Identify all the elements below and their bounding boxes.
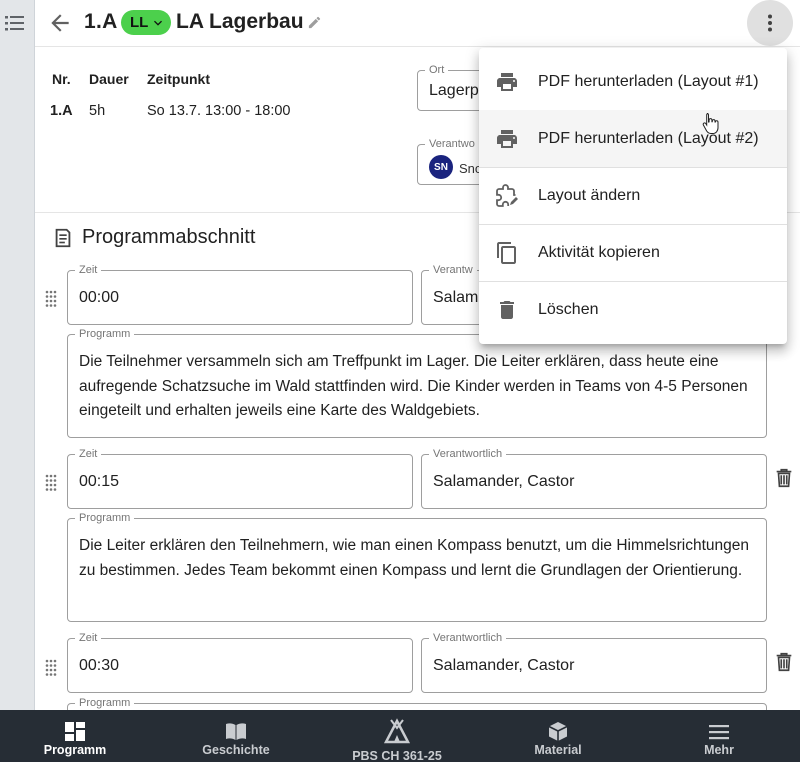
value-time: So 13.7. 13:00 - 18:00 xyxy=(147,103,291,119)
back-arrow-icon[interactable] xyxy=(47,10,73,36)
printer-icon xyxy=(495,127,519,151)
dashboard-icon xyxy=(63,721,87,743)
time-field[interactable]: Zeit 00:00 xyxy=(67,263,413,325)
activity-number: 1.A xyxy=(84,10,118,33)
program-textarea[interactable]: Programm Die Teilnehmer versammeln sich … xyxy=(67,327,767,438)
menu-item-delete[interactable]: Löschen xyxy=(479,281,787,338)
responsible-label: Verantwo xyxy=(425,137,479,151)
more-menu-button[interactable] xyxy=(747,0,793,46)
nav-label: PBS CH 361-25 xyxy=(352,749,442,763)
time-value: 00:00 xyxy=(79,288,120,306)
menu-item-label: Layout ändern xyxy=(538,187,641,204)
chevron-down-icon xyxy=(150,15,166,31)
menu-item-label: PDF herunterladen (Layout #2) xyxy=(538,129,759,147)
drag-handle-icon[interactable] xyxy=(44,289,58,307)
copy-icon xyxy=(495,241,519,265)
header-duration: Dauer xyxy=(89,71,129,87)
book-icon xyxy=(224,721,248,743)
program-text: Die Leiter erklären den Teilnehmern, wie… xyxy=(79,537,749,579)
program-label: Programm xyxy=(75,327,135,341)
avatar: SN xyxy=(429,155,453,179)
menu-item-pdf-layout-1[interactable]: PDF herunterladen (Layout #1) xyxy=(479,53,787,110)
category-chip[interactable]: LL xyxy=(121,10,172,35)
section-title: Programmabschnitt xyxy=(82,226,256,248)
value-nr: 1.A xyxy=(50,103,73,119)
responsible-value: Salamander, Castor xyxy=(433,472,575,490)
menu-item-label: Löschen xyxy=(538,301,599,318)
receipt-text-icon xyxy=(52,227,74,249)
pencil-icon[interactable] xyxy=(307,15,322,30)
category-label: LL xyxy=(130,14,149,31)
time-field[interactable]: Zeit 00:30 xyxy=(67,631,413,693)
menu-item-label: PDF herunterladen (Layout #1) xyxy=(538,72,759,90)
responsible-field[interactable]: Verantwortlich Salamander, Castor xyxy=(421,631,767,693)
time-value: 00:30 xyxy=(79,656,120,674)
menu-item-label: Aktivität kopieren xyxy=(538,244,660,261)
menu-item-change-layout[interactable]: Layout ändern xyxy=(479,167,787,224)
menu-icon xyxy=(707,721,731,743)
nav-item-mehr[interactable]: Mehr xyxy=(649,710,789,762)
nav-item-programm[interactable]: Programm xyxy=(5,710,145,762)
puzzle-edit-icon xyxy=(495,184,519,208)
program-label: Programm xyxy=(75,696,135,710)
program-textarea[interactable]: Programm xyxy=(67,696,767,710)
header-time: Zeitpunkt xyxy=(147,71,210,87)
nav-item-geschichte[interactable]: Geschichte xyxy=(166,710,306,762)
header-nr: Nr. xyxy=(52,71,71,87)
format-list-icon[interactable] xyxy=(2,10,28,38)
program-text: Die Teilnehmer versammeln sich am Treffp… xyxy=(79,353,748,419)
activity-context-menu: PDF herunterladen (Layout #1) PDF herunt… xyxy=(479,48,787,344)
menu-item-pdf-layout-2[interactable]: PDF herunterladen (Layout #2) xyxy=(479,110,787,167)
nav-label: Material xyxy=(534,743,582,757)
trash-icon xyxy=(495,298,519,322)
time-field[interactable]: Zeit 00:15 xyxy=(67,447,413,509)
hand-pointer-cursor-icon xyxy=(702,112,719,134)
menu-item-copy-activity[interactable]: Aktivität kopieren xyxy=(479,224,787,281)
camp-tent-icon xyxy=(383,718,411,744)
responsible-value: Salamander, Castor xyxy=(433,656,575,674)
trash-icon[interactable] xyxy=(773,466,795,490)
printer-icon xyxy=(495,70,519,94)
package-icon xyxy=(546,721,570,743)
left-rail xyxy=(0,0,35,710)
drag-handle-icon[interactable] xyxy=(44,473,58,491)
nav-label: Mehr xyxy=(704,743,734,757)
nav-item-camp[interactable]: PBS CH 361-25 xyxy=(327,716,467,768)
program-label: Programm xyxy=(75,511,135,525)
time-value: 00:15 xyxy=(79,472,120,490)
program-textarea[interactable]: Programm Die Leiter erklären den Teilneh… xyxy=(67,511,767,622)
drag-handle-icon[interactable] xyxy=(44,658,58,676)
bottom-navigation: Programm Geschichte PBS CH 361-25 Materi… xyxy=(0,710,800,763)
trash-icon[interactable] xyxy=(773,650,795,674)
nav-label: Geschichte xyxy=(202,743,270,757)
value-duration: 5h xyxy=(89,103,106,119)
location-value: Lagerp xyxy=(429,81,479,99)
activity-title: LA Lagerbau xyxy=(176,10,304,33)
responsible-field[interactable]: Verantwortlich Salamander, Castor xyxy=(421,447,767,509)
nav-label: Programm xyxy=(43,743,107,757)
nav-item-material[interactable]: Material xyxy=(488,710,628,762)
responsible-value: Salam xyxy=(433,288,479,306)
top-bar: 1.A LL LA Lagerbau xyxy=(35,0,800,47)
dots-vertical-icon xyxy=(758,11,782,35)
